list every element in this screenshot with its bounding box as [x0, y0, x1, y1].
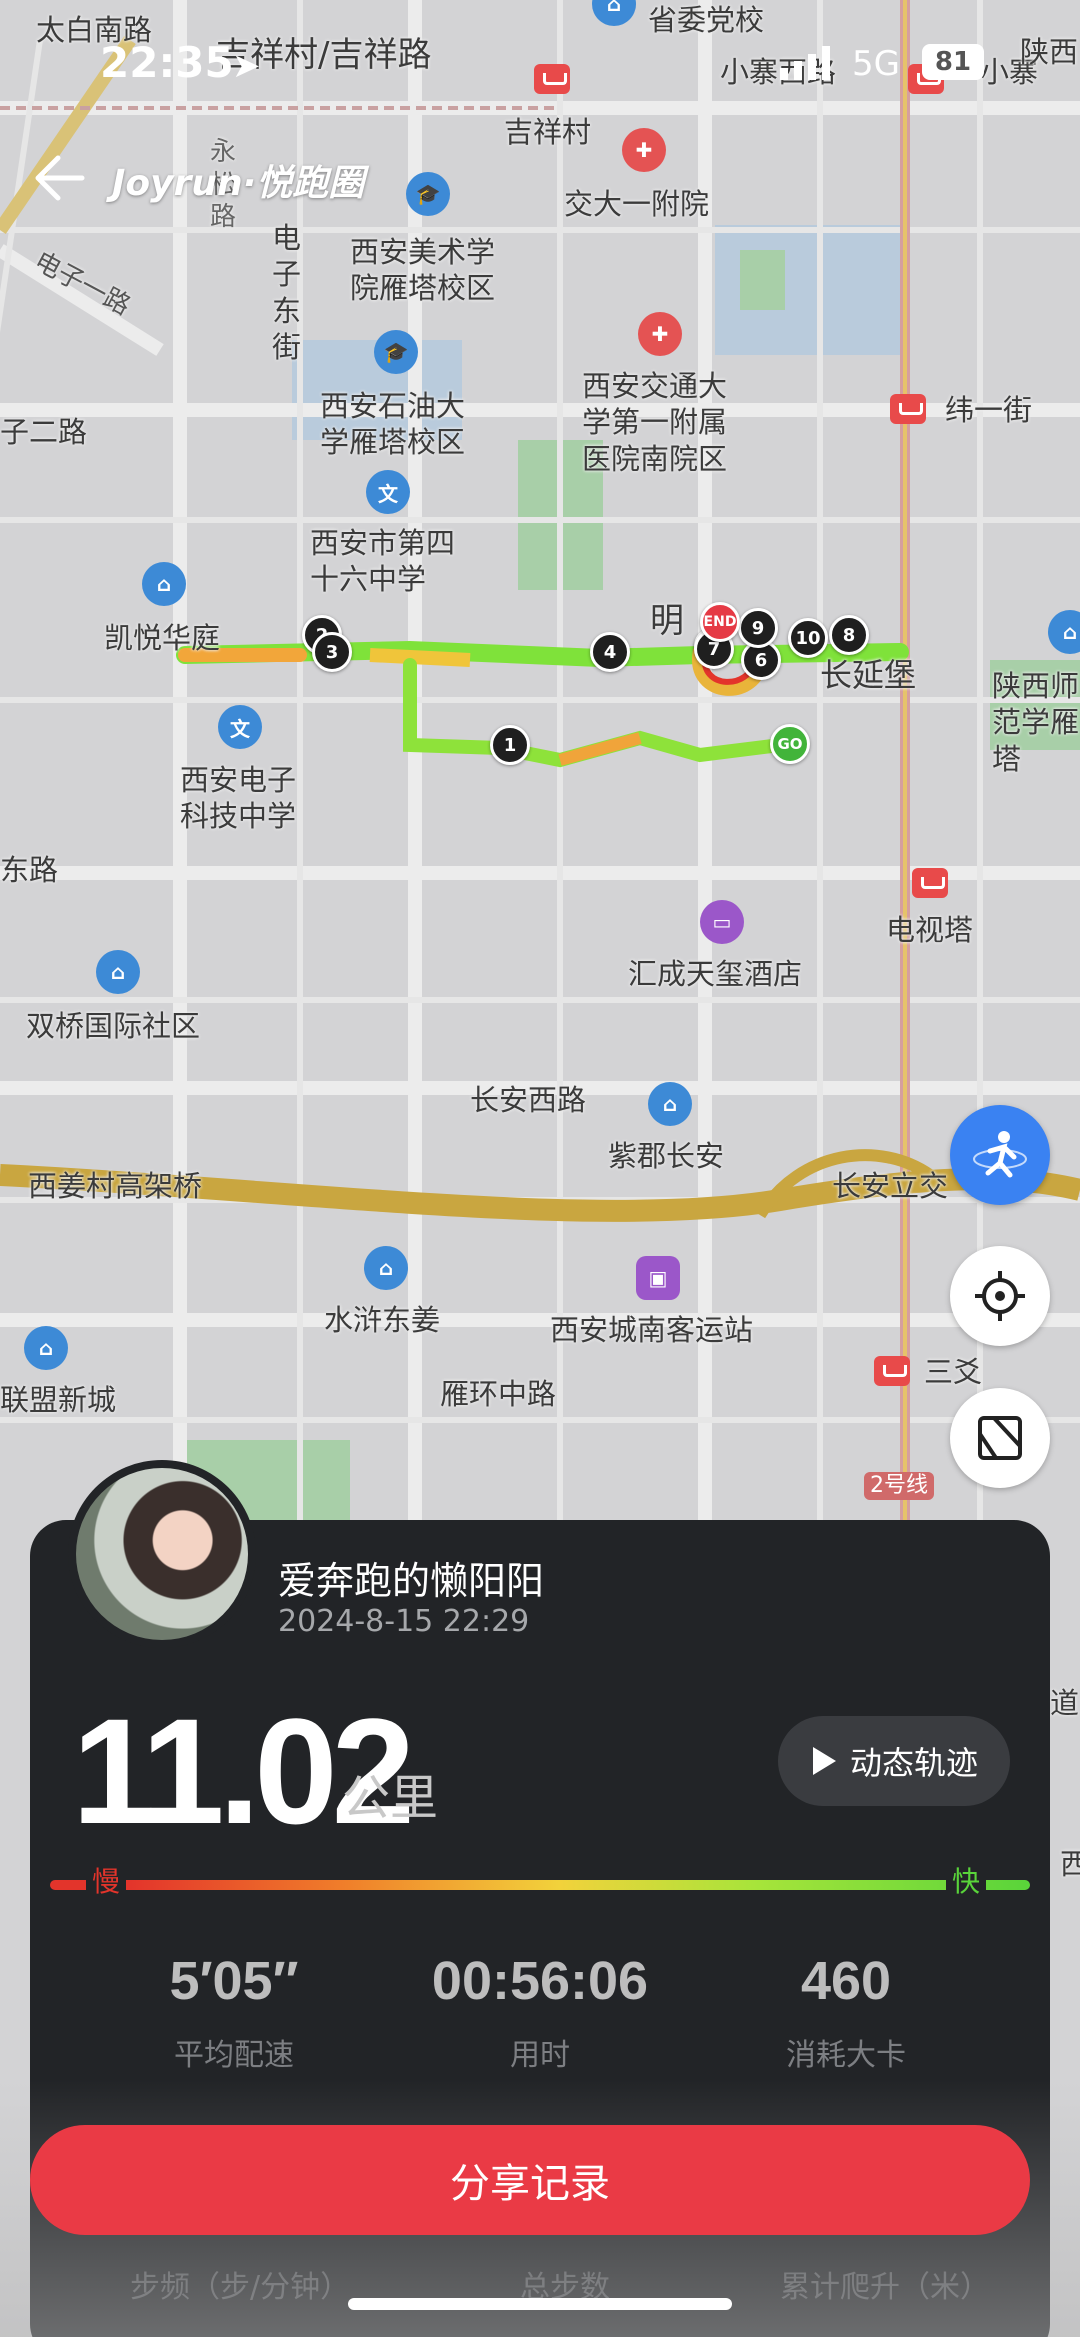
hospital-icon: ✚	[622, 128, 666, 172]
stat-value: 5′05″	[169, 1951, 299, 2011]
map-label: 长安立交	[832, 1169, 949, 1203]
map-label: 道	[1050, 1686, 1080, 1720]
stat-calories: 460 消耗大卡	[696, 1950, 996, 2074]
distance-unit: 公里	[342, 1770, 439, 1826]
map-layer-button[interactable]	[950, 1388, 1050, 1488]
status-time: 22:35	[100, 38, 234, 87]
school-icon: 🎓	[374, 330, 418, 374]
map-label: 紫郡长安	[608, 1139, 725, 1173]
play-icon	[812, 1747, 836, 1775]
stat-duration: 00:56:06 用时	[390, 1950, 690, 2074]
route-end-marker: END	[700, 602, 740, 642]
stat-value: 00:56:06	[431, 1951, 649, 2011]
run-datetime: 2024-8-15 22:29	[278, 1604, 530, 1639]
map-label: 交大一附院	[564, 187, 710, 221]
username: 爱奔跑的懒阳阳	[278, 1559, 545, 1603]
stat-label: 步频（步/分钟）	[130, 2270, 351, 2305]
metro-line-badge: 2号线	[864, 1472, 934, 1500]
pace-fast-label: 快	[946, 1860, 987, 1900]
metro-icon	[912, 868, 948, 898]
map-label: 长延堡	[820, 656, 917, 694]
metro-icon	[874, 1356, 910, 1386]
map-label: 吉祥村	[504, 115, 592, 149]
map-label: 西安美术学院雁塔校区	[350, 235, 496, 306]
signal-icon	[780, 46, 830, 80]
hospital-icon: ✚	[638, 312, 682, 356]
school-icon: 文	[218, 705, 262, 749]
dynamic-track-button[interactable]: 动态轨迹	[778, 1716, 1010, 1806]
stat-label: 用时	[510, 2038, 570, 2073]
map-label: 凯悦华庭	[104, 621, 221, 655]
app-title: Joyrun·悦跑圈	[112, 163, 365, 204]
avatar-image	[76, 1468, 248, 1640]
crosshair-icon	[975, 1271, 1025, 1321]
share-record-button[interactable]: 分享记录	[30, 2125, 1030, 2235]
map-label: 西安城南客运站	[550, 1313, 754, 1347]
map-label: 纬一街	[945, 393, 1033, 427]
stat-label: 消耗大卡	[786, 2038, 906, 2073]
pace-slow-label: 慢	[86, 1860, 127, 1900]
map-label: 联盟新城	[0, 1383, 117, 1417]
map-label: 汇成天玺酒店	[628, 957, 803, 991]
school-icon: 🎓	[406, 172, 450, 216]
dynamic-track-label: 动态轨迹	[849, 1744, 978, 1782]
route-km-marker: 4	[590, 632, 630, 672]
locate-button[interactable]	[950, 1246, 1050, 1346]
map-label: 西安市第四十六中学	[310, 526, 456, 597]
map-label: 西安电子科技中学	[180, 763, 297, 834]
route-km-marker: 1	[490, 725, 530, 765]
map-layer-icon	[978, 1416, 1022, 1460]
route-km-marker: 9	[738, 608, 778, 648]
back-button[interactable]	[30, 148, 94, 208]
pace-gradient-bar	[50, 1880, 1030, 1890]
school-icon: 文	[366, 470, 410, 514]
3d-runner-button[interactable]	[950, 1105, 1050, 1205]
network-type: 5G	[852, 44, 900, 84]
residence-icon: ⌂	[648, 1082, 692, 1126]
avatar[interactable]	[68, 1460, 256, 1648]
map-label: 电子东街	[272, 221, 302, 364]
map-label: 双桥国际社区	[26, 1009, 201, 1043]
metro-icon	[890, 394, 926, 424]
map-label: 明	[650, 601, 684, 641]
route-km-marker: 10	[788, 618, 828, 658]
residence-icon: ⌂	[96, 950, 140, 994]
map-label: 东路	[0, 853, 59, 887]
map-label: 西姜村高架桥	[28, 1169, 203, 1203]
map-label: 陕西师范学雁塔	[992, 669, 1080, 776]
battery-level: 81	[922, 44, 984, 80]
screen: 太白南路 省委党校 吉祥村/吉祥路 小寨西路 小寨 陕西 吉祥村 交大一附院 西…	[0, 0, 1080, 2337]
bus-station-icon: ▣	[636, 1256, 680, 1300]
location-arrow-icon: ➤	[232, 46, 261, 86]
hotel-icon: ▭	[700, 900, 744, 944]
stat-label: 平均配速	[174, 2038, 294, 2073]
map-label: 三爻	[924, 1355, 983, 1389]
residence-icon: ⌂	[142, 562, 186, 606]
residence-icon: ⌂	[24, 1326, 68, 1370]
home-indicator[interactable]	[348, 2298, 732, 2310]
map-label: 西安交通大学第一附属医院南院区	[582, 369, 728, 476]
map-label: 西安石油大学雁塔校区	[320, 389, 466, 460]
stat-label: 累计爬升（米）	[779, 2270, 990, 2305]
status-bar: 22:35 ➤ 5G 81	[0, 0, 1080, 110]
map-label: 长安西路	[470, 1083, 587, 1117]
runner-icon	[973, 1131, 1027, 1178]
map-label: 电视塔	[886, 913, 974, 947]
residence-icon: ⌂	[364, 1246, 408, 1290]
route-start-marker: GO	[770, 724, 810, 764]
stat-value: 460	[800, 1951, 892, 2011]
map-label: 子二路	[0, 415, 88, 449]
map-label: 雁环中路	[440, 1377, 557, 1411]
route-km-marker: 3	[312, 632, 352, 672]
route-km-marker: 8	[829, 615, 869, 655]
map-label: 水浒东姜	[324, 1303, 441, 1337]
map-label: 西	[1060, 1847, 1080, 1881]
stat-avg-pace: 5′05″ 平均配速	[84, 1950, 384, 2074]
